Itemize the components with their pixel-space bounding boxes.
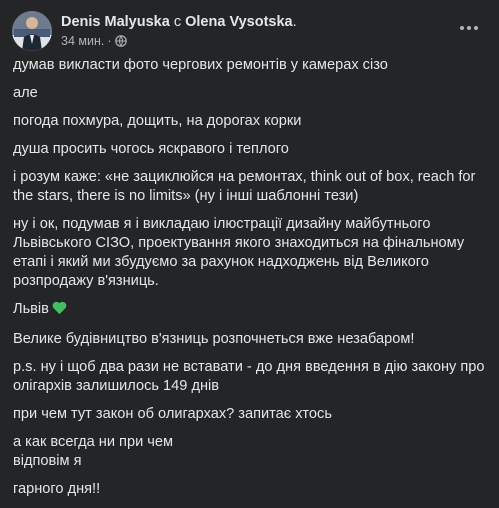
post-paragraph: Велике будівництво в'язниць розпочнеться… xyxy=(13,331,415,347)
author-name[interactable]: Denis Malyuska xyxy=(61,14,170,30)
profile-photo-icon xyxy=(12,11,52,51)
green-heart-icon xyxy=(52,301,67,321)
lviv-text: Львів xyxy=(13,301,49,317)
post-paragraph: погода похмура, дощить, на дорогах корки xyxy=(13,113,302,129)
post-paragraph: при чем тут закон об олигархах? запитає … xyxy=(13,406,332,422)
facebook-post: Denis Malyuska с Olena Vysotska. 34 мин.… xyxy=(0,0,499,508)
post-paragraph: і розум каже: «не зациклюйся на ремонтах… xyxy=(13,169,476,204)
post-header: Denis Malyuska с Olena Vysotska. 34 мин.… xyxy=(12,10,487,54)
post-paragraph: гарного дня!! xyxy=(13,481,101,497)
post-paragraph-lviv: Львів xyxy=(13,300,489,321)
timestamp[interactable]: 34 мин. xyxy=(61,34,104,48)
post-paragraph: відповім я xyxy=(13,453,82,469)
post-names: Denis Malyuska с Olena Vysotska. xyxy=(61,13,297,31)
more-dots-icon xyxy=(460,26,478,30)
name-period: . xyxy=(292,14,297,30)
more-options-button[interactable] xyxy=(457,20,481,36)
globe-icon[interactable] xyxy=(114,35,127,51)
avatar[interactable] xyxy=(12,11,52,51)
post-text: думав викласти фото чергових ремонтів у … xyxy=(13,56,489,499)
post-paragraph: думав викласти фото чергових ремонтів у … xyxy=(13,57,388,73)
post-paragraph: а как всегда ни при чем xyxy=(13,434,174,450)
tagged-name[interactable]: Olena Vysotska xyxy=(185,14,292,30)
with-text: с xyxy=(169,14,186,30)
post-paragraph: ну і ок, подумав я і викладаю ілюстрації… xyxy=(13,216,465,289)
post-paragraph: p.s. ну і щоб два рази не вставати - до … xyxy=(13,359,485,394)
meta-separator: · xyxy=(107,34,112,48)
post-paragraph: душа просить чогось яскравого і теплого xyxy=(13,141,289,157)
post-meta: 34 мин. · xyxy=(61,33,127,51)
post-paragraph: але xyxy=(13,85,38,101)
